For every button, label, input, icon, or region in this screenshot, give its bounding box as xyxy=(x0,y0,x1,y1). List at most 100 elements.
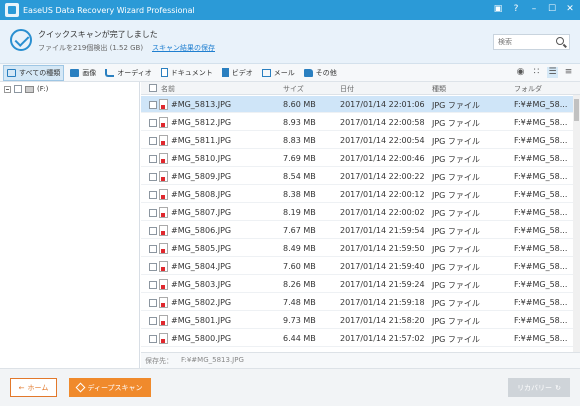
table-row[interactable]: #MG_5809.JPG 8.54 MB 2017/01/14 22:00:22 JP… xyxy=(141,168,573,185)
minimize-icon[interactable]: – xyxy=(528,3,540,16)
status-title: クイックスキャンが完了しました xyxy=(38,30,158,39)
save-path-bar: 保存先： F:¥#MG_5813.JPG xyxy=(141,352,580,368)
file-date-cell: 2017/01/14 21:59:50 xyxy=(340,244,425,253)
table-row[interactable]: #MG_5801.JPG 9.73 MB 2017/01/14 21:58:20 JP… xyxy=(141,312,573,329)
gift-icon[interactable]: ▣ xyxy=(492,3,504,16)
save-scan-link[interactable]: スキャン結果の保存 xyxy=(152,43,215,53)
filter-label: メール xyxy=(273,68,295,77)
details-view-icon[interactable]: ≡ xyxy=(563,67,574,78)
table-row[interactable]: #MG_5808.JPG 8.38 MB 2017/01/14 22:00:12 JP… xyxy=(141,186,573,203)
row-checkbox[interactable] xyxy=(149,281,157,289)
row-checkbox[interactable] xyxy=(149,137,157,145)
row-checkbox[interactable] xyxy=(149,173,157,181)
file-date-cell: 2017/01/14 22:00:58 xyxy=(340,118,425,127)
row-checkbox[interactable] xyxy=(149,119,157,127)
list-view-icon[interactable]: ☰ xyxy=(547,67,558,78)
row-checkbox[interactable] xyxy=(149,227,157,235)
row-checkbox[interactable] xyxy=(149,245,157,253)
help-icon[interactable]: ? xyxy=(510,3,522,16)
home-button[interactable]: ← ホーム xyxy=(10,378,57,397)
tree-item-drive[interactable]: (F:) xyxy=(4,84,48,94)
jpg-file-icon xyxy=(159,189,168,200)
jpg-file-icon xyxy=(159,297,168,308)
filter-documents[interactable]: ドキュメント xyxy=(158,65,216,81)
table-header: 名前 サイズ 日付 種類 フォルダ xyxy=(141,82,580,95)
close-icon[interactable]: ✕ xyxy=(564,3,576,16)
row-checkbox[interactable] xyxy=(149,101,157,109)
file-type-cell: JPG ファイル xyxy=(432,119,480,128)
window-controls: ▣ ? – ☐ ✕ xyxy=(492,3,576,16)
file-date-cell: 2017/01/14 22:01:06 xyxy=(340,100,425,109)
search-box[interactable] xyxy=(493,34,570,50)
table-row[interactable]: #MG_5804.JPG 7.60 MB 2017/01/14 21:59:40 JP… xyxy=(141,258,573,275)
row-checkbox[interactable] xyxy=(149,263,157,271)
table-row[interactable]: #MG_5812.JPG 8.93 MB 2017/01/14 22:00:58 JP… xyxy=(141,114,573,131)
scrollbar-thumb[interactable] xyxy=(574,99,579,121)
row-checkbox[interactable] xyxy=(149,209,157,217)
file-date-cell: 2017/01/14 21:59:24 xyxy=(340,280,425,289)
table-row[interactable]: #MG_5811.JPG 8.83 MB 2017/01/14 22:00:54 JP… xyxy=(141,132,573,149)
file-date-cell: 2017/01/14 22:00:02 xyxy=(340,208,425,217)
file-name-cell: #MG_5810.JPG xyxy=(171,154,232,163)
row-checkbox[interactable] xyxy=(149,155,157,163)
search-input[interactable] xyxy=(494,35,554,49)
preview-eye-icon[interactable]: ◉ xyxy=(515,67,526,78)
table-row[interactable]: #MG_5813.JPG 8.60 MB 2017/01/14 22:01:06 JP… xyxy=(141,96,573,113)
table-row[interactable]: #MG_5803.JPG 8.26 MB 2017/01/14 21:59:24 JP… xyxy=(141,276,573,293)
table-row[interactable]: #MG_5806.JPG 7.67 MB 2017/01/14 21:59:54 JP… xyxy=(141,222,573,239)
row-checkbox[interactable] xyxy=(149,335,157,343)
filter-label: すべての種類 xyxy=(19,68,61,77)
folder-tree: (F:) xyxy=(0,82,140,368)
select-all-checkbox[interactable] xyxy=(149,84,157,92)
table-row[interactable]: #MG_5810.JPG 7.69 MB 2017/01/14 22:00:46 JP… xyxy=(141,150,573,167)
save-path-label: 保存先： xyxy=(145,357,173,365)
search-icon[interactable] xyxy=(556,37,564,45)
home-button-label: ホーム xyxy=(27,383,49,392)
column-header-type[interactable]: 種類 xyxy=(432,84,446,94)
filter-images[interactable]: 画像 xyxy=(67,65,99,81)
row-checkbox[interactable] xyxy=(149,299,157,307)
filter-other[interactable]: その他 xyxy=(301,65,340,81)
table-row[interactable]: #MG_5805.JPG 8.49 MB 2017/01/14 21:59:50 JP… xyxy=(141,240,573,257)
restore-icon[interactable]: ☐ xyxy=(546,3,558,16)
column-header-size[interactable]: サイズ xyxy=(283,84,304,94)
recover-button[interactable]: リカバリー ↻ xyxy=(508,378,570,397)
file-type-cell: JPG ファイル xyxy=(432,299,480,308)
filter-video[interactable]: ビデオ xyxy=(219,65,256,81)
file-folder-cell: F:¥#MG_58... xyxy=(514,154,568,163)
jpg-file-icon xyxy=(159,171,168,182)
file-size-cell: 8.54 MB xyxy=(283,172,316,181)
file-size-cell: 8.83 MB xyxy=(283,136,316,145)
filter-mail[interactable]: メール xyxy=(259,65,298,81)
drive-checkbox[interactable] xyxy=(14,85,22,93)
table-row[interactable]: #MG_5807.JPG 8.19 MB 2017/01/14 22:00:02 JP… xyxy=(141,204,573,221)
audio-icon xyxy=(105,68,115,77)
filter-label: その他 xyxy=(315,68,337,77)
drive-label: (F:) xyxy=(37,85,49,93)
table-row[interactable]: #MG_5802.JPG 7.48 MB 2017/01/14 21:59:18 JP… xyxy=(141,294,573,311)
file-name-cell: #MG_5803.JPG xyxy=(171,280,232,289)
filter-audio[interactable]: オーディオ xyxy=(102,65,155,81)
file-size-cell: 8.19 MB xyxy=(283,208,316,217)
view-mode-buttons: ◉ ∷ ☰ ≡ xyxy=(515,67,574,78)
file-type-cell: JPG ファイル xyxy=(432,335,480,344)
table-row[interactable]: #MG_5800.JPG 6.44 MB 2017/01/14 21:57:02 JP… xyxy=(141,330,573,347)
recover-arrow-icon: ↻ xyxy=(555,383,561,392)
file-type-cell: JPG ファイル xyxy=(432,281,480,290)
grid-view-icon[interactable]: ∷ xyxy=(531,67,542,78)
column-header-name[interactable]: 名前 xyxy=(161,84,175,94)
file-date-cell: 2017/01/14 21:59:40 xyxy=(340,262,425,271)
file-date-cell: 2017/01/14 21:59:54 xyxy=(340,226,425,235)
collapse-icon[interactable] xyxy=(4,85,11,93)
jpg-file-icon xyxy=(159,225,168,236)
file-type-cell: JPG ファイル xyxy=(432,263,480,272)
filter-all-types[interactable]: すべての種類 xyxy=(3,64,65,81)
vertical-scrollbar[interactable] xyxy=(573,95,580,352)
row-checkbox[interactable] xyxy=(149,317,157,325)
deep-scan-button[interactable]: ディープスキャン xyxy=(69,378,151,397)
file-name-cell: #MG_5813.JPG xyxy=(171,100,232,109)
column-header-date[interactable]: 日付 xyxy=(340,84,354,94)
column-header-folder[interactable]: フォルダ xyxy=(514,84,542,94)
row-checkbox[interactable] xyxy=(149,191,157,199)
deep-scan-icon xyxy=(76,382,86,393)
